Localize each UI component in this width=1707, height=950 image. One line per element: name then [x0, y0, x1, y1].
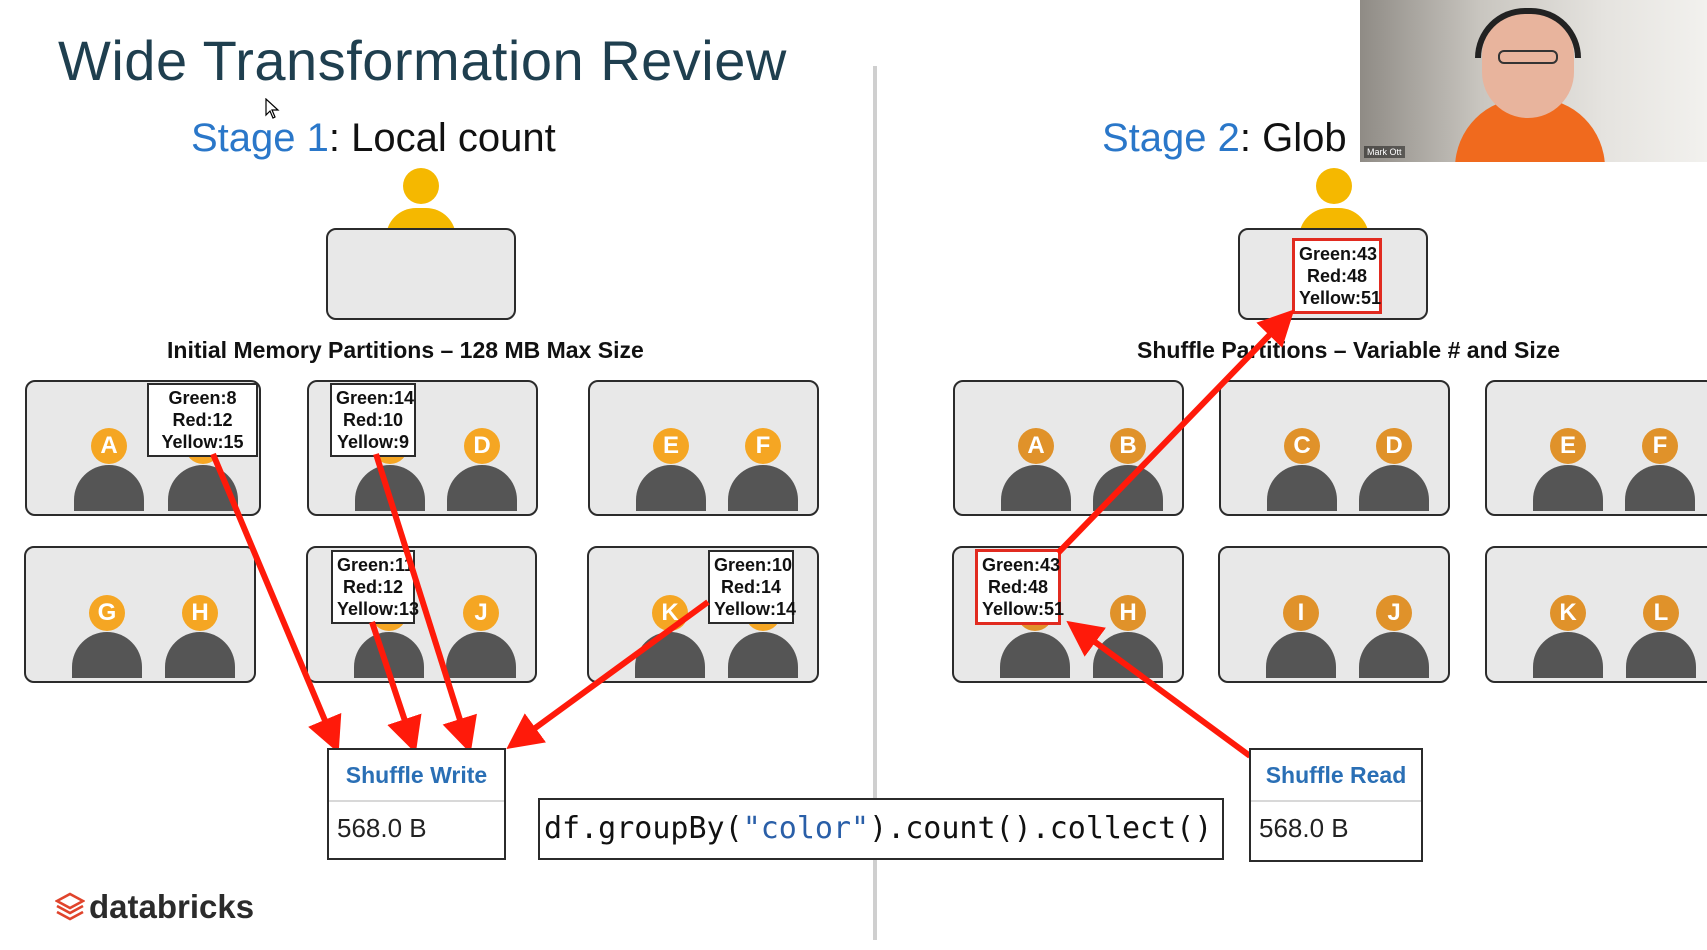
shuffle-write-label: Shuffle Write — [329, 750, 504, 802]
code-part2: ).count().collect() — [869, 811, 1213, 846]
shuffle-read-value: 568.0 B — [1259, 813, 1349, 843]
databricks-logo-icon — [54, 892, 86, 921]
code-string: "color" — [742, 811, 870, 846]
shuffle-read-box: Shuffle Read 568.0 B — [1249, 748, 1423, 862]
arrow-shuffle-read-to-partition — [1066, 620, 1252, 759]
arrow-l-to-shuffle-write — [506, 599, 710, 750]
code-snippet: df.groupBy("color").count().collect() — [538, 798, 1224, 860]
code-part1: df.groupBy( — [544, 811, 743, 846]
arrow-c-to-shuffle-write — [373, 453, 477, 754]
shuffle-write-box: Shuffle Write 568.0 B — [327, 748, 506, 860]
webcam-name-label: Mark Ott — [1364, 146, 1405, 158]
arrow-b-to-shuffle-write — [210, 452, 342, 754]
databricks-logo: databricks — [54, 888, 255, 926]
arrow-partition-to-driver — [1055, 309, 1295, 556]
arrow-i-to-shuffle-write — [369, 621, 422, 754]
shuffle-write-value: 568.0 B — [337, 813, 427, 843]
shuffle-read-label: Shuffle Read — [1251, 750, 1421, 802]
brand-text: databricks — [89, 888, 255, 925]
webcam-video[interactable]: Mark Ott — [1360, 0, 1707, 162]
